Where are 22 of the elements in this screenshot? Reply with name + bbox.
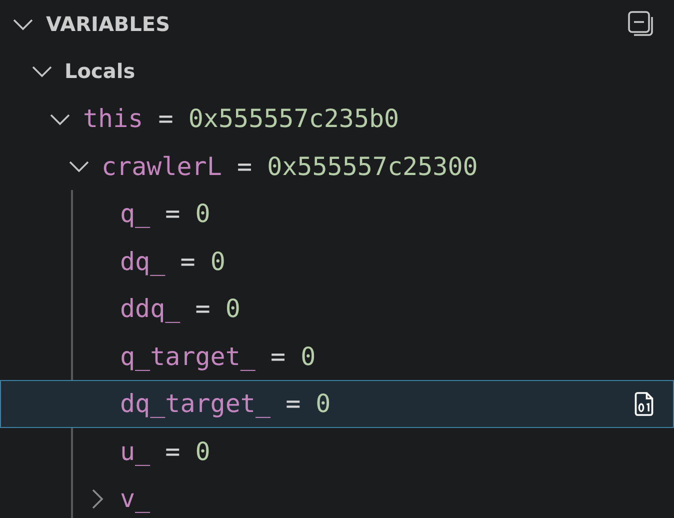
variable-row[interactable]: dq_ = 0 [0, 238, 674, 285]
variable-text: crawlerL = 0x555557c25300 [102, 150, 478, 182]
variable-row[interactable]: u_ = 0 [0, 428, 674, 475]
variable-row[interactable]: v_ [0, 475, 674, 518]
collapse-all-icon[interactable] [627, 10, 655, 38]
variable-text: q_target_ = 0 [120, 340, 316, 373]
variable-row[interactable]: ddq_ = 0 [0, 285, 674, 332]
variable-text: u_ = 0 [120, 436, 210, 468]
variable-text: dq_ = 0 [120, 246, 226, 278]
variable-row[interactable]: this = 0x555557c235b0 [0, 95, 674, 142]
scope-label[interactable]: Locals [64, 56, 136, 86]
variable-row[interactable]: crawlerL = 0x555557c25300 [0, 142, 674, 190]
variable-row[interactable]: q_target_ = 0 [0, 332, 674, 380]
variable-row[interactable]: dq_target_ = 0 [0, 380, 674, 428]
binary-file-icon[interactable] [633, 390, 655, 417]
variable-text: dq_target_ = 0 [120, 388, 331, 420]
variable-text: this = 0x555557c235b0 [83, 103, 400, 135]
panel-title[interactable]: VARIABLES [46, 8, 170, 39]
variable-row[interactable]: q_ = 0 [0, 190, 674, 238]
variable-text: v_ [120, 483, 150, 515]
variable-text: q_ = 0 [120, 198, 210, 230]
variable-text: ddq_ = 0 [120, 293, 240, 325]
